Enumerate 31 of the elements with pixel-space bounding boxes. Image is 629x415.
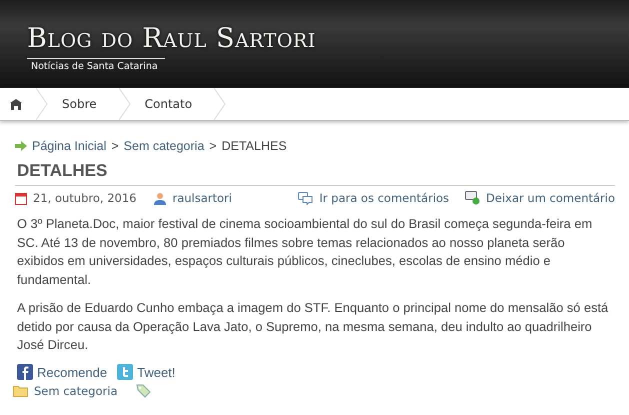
breadcrumb-link[interactable]: Sem categoria [124, 139, 204, 153]
blog-title[interactable]: Blog do Raul Sartori [27, 24, 316, 54]
speech-bubbles-icon [298, 192, 314, 204]
comments-link[interactable]: Ir para os comentários [319, 191, 450, 205]
author-link[interactable]: raulsartori [172, 191, 232, 205]
post-paragraph: O 3º Planeta.Doc, maior festival de cinema socioambiental do sul do Brasil começa segunda-feira em SC. Até 13 de novembro, 80 premiados filmes sobre temas relacionados ao nosso planeta serão exibidos em universidades, espaços culturais públicos, cineclubes, escolas de ensino médio e fundamental. [17, 215, 594, 288]
home-icon [10, 98, 22, 110]
chevron-divider [214, 88, 226, 120]
folder-icon [13, 384, 28, 396]
tag-icon [136, 384, 150, 398]
post-date: 21, outubro, 2016 [33, 191, 136, 205]
post-paragraph: A prisão de Eduardo Cunho embaça a imagem do STF. Enquanto o principal nome do mensalão só está detido por causa da Operação Lava Jato, o Supremo, na mesma semana, deu indulto ao quadrilheiro José Dirceu. [17, 299, 610, 354]
category-link[interactable]: Sem categoria [34, 384, 118, 398]
comment-add-icon [465, 191, 480, 205]
breadcrumb-text: > [209, 139, 217, 153]
post-title: DETALHES [17, 161, 108, 181]
facebook-icon[interactable] [17, 364, 33, 380]
breadcrumb-text: > [111, 139, 119, 153]
chevron-divider [118, 88, 131, 120]
breadcrumb-link[interactable]: Página Inicial [32, 139, 106, 153]
nav-link[interactable]: Contato [130, 88, 214, 120]
nav-link[interactable]: Sobre [48, 88, 119, 120]
tweet-link[interactable]: Tweet! [137, 364, 176, 380]
leave-comment-link[interactable]: Deixar um comentário [486, 191, 615, 205]
blog-subtitle: Notícias de Santa Catarina [27, 58, 165, 72]
breadcrumb-text: DETALHES [222, 139, 287, 153]
arrow-icon [15, 141, 27, 151]
user-icon [154, 192, 166, 204]
calendar-icon [15, 192, 27, 204]
recommend-link[interactable]: Recomende [37, 364, 108, 380]
chevron-divider [36, 88, 48, 120]
